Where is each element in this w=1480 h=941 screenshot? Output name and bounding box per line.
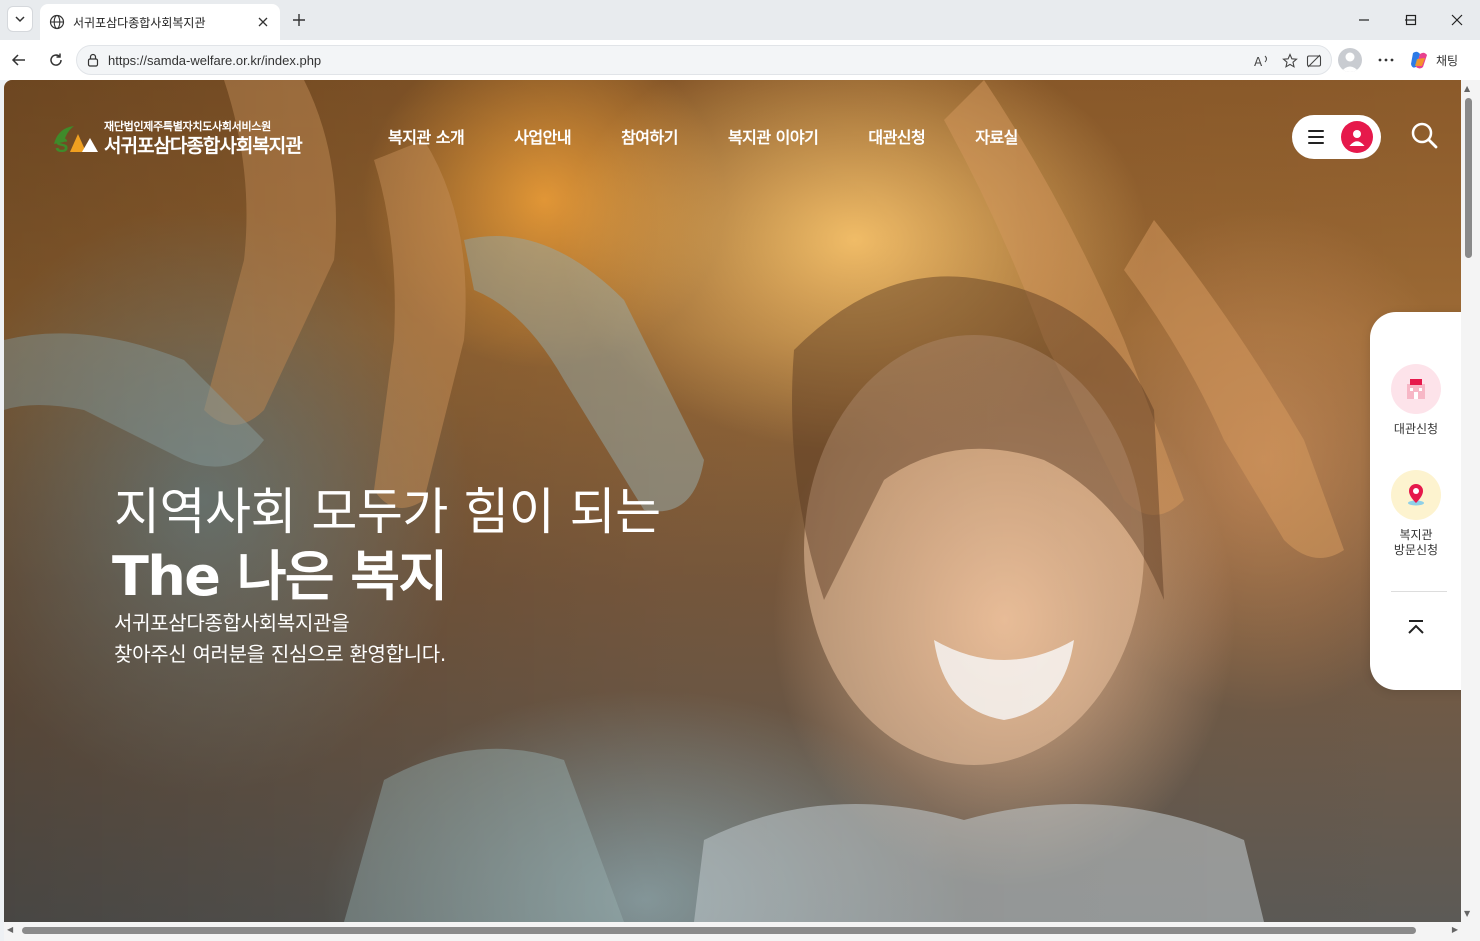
favorite-star-icon[interactable] — [1280, 51, 1300, 71]
location-pin-icon — [1391, 470, 1441, 520]
tab-list-button[interactable] — [7, 6, 33, 32]
nav-item-participate[interactable]: 참여하기 — [621, 124, 678, 148]
user-account-button[interactable] — [1341, 121, 1373, 153]
browser-tab[interactable]: 서귀포삼다종합사회복지관 — [40, 4, 280, 40]
quick-item-visit-label-line1: 복지관 — [1399, 528, 1433, 542]
horizontal-scrollbar[interactable]: ◀ ▶ — [4, 922, 1480, 941]
building-icon — [1391, 364, 1441, 414]
window-close[interactable] — [1443, 6, 1471, 34]
horizontal-scroll-thumb[interactable] — [22, 927, 1416, 934]
close-icon — [258, 17, 268, 27]
site-logo[interactable]: S 재단법인제주특별자치도사회서비스원 서귀포삼다종합사회복지관 — [52, 118, 332, 158]
window-minimize[interactable] — [1350, 6, 1378, 34]
browser-toolbar: https://samda-welfare.or.kr/index.php A — [0, 40, 1480, 80]
arrow-left-icon — [11, 54, 25, 66]
quick-menu: 대관신청 복지관 방문신청 — [1370, 312, 1461, 690]
minimize-icon — [1359, 19, 1369, 21]
arrow-to-top-icon — [1408, 620, 1424, 634]
menu-user-pill — [1292, 115, 1381, 159]
logo-mark-icon: S — [54, 126, 98, 156]
close-icon — [1451, 14, 1463, 26]
tab-close-button[interactable] — [254, 13, 272, 31]
hero-slogan: The 나은 복지 — [112, 545, 448, 608]
copilot-button[interactable]: 채팅 — [1408, 46, 1470, 74]
scroll-left-arrow-icon[interactable]: ◀ — [7, 925, 13, 934]
window-maximize[interactable] — [1397, 6, 1425, 34]
nav-item-stories[interactable]: 복지관 이야기 — [728, 124, 819, 148]
nav-item-rental[interactable]: 대관신청 — [868, 124, 925, 148]
lock-icon — [86, 53, 100, 67]
read-aloud-icon[interactable]: A — [1253, 51, 1273, 71]
quick-menu-divider — [1391, 591, 1447, 592]
nav-item-about[interactable]: 복지관 소개 — [388, 124, 465, 148]
copilot-icon — [1411, 51, 1427, 69]
scroll-to-top-button[interactable] — [1400, 612, 1432, 644]
vertical-scrollbar[interactable]: ▲ ▼ — [1461, 80, 1480, 922]
vertical-scroll-thumb[interactable] — [1465, 98, 1472, 258]
person-icon — [1341, 52, 1359, 72]
tracking-prevention-icon[interactable] — [1304, 51, 1324, 71]
logo-title: 서귀포삼다종합사회복지관 — [104, 135, 303, 157]
main-navigation: 복지관 소개 사업안내 참여하기 복지관 이야기 대관신청 자료실 — [388, 124, 1068, 148]
quick-item-visit[interactable]: 복지관 방문신청 — [1370, 470, 1461, 558]
chevron-down-icon — [15, 16, 25, 23]
tab-strip: 서귀포삼다종합사회복지관 — [0, 0, 1480, 40]
refresh-button[interactable] — [43, 47, 69, 73]
hero-desc-line1: 서귀포삼다종합사회복지관을 — [114, 611, 350, 635]
quick-item-rental[interactable]: 대관신청 — [1370, 364, 1461, 437]
quick-item-visit-label: 복지관 방문신청 — [1370, 528, 1461, 558]
more-options-button[interactable] — [1374, 48, 1398, 72]
back-button[interactable] — [6, 47, 32, 73]
page-viewport: S 재단법인제주특별자치도사회서비스원 서귀포삼다종합사회복지관 복지관 소개 … — [4, 80, 1461, 922]
search-icon — [1411, 122, 1438, 149]
nav-item-resources[interactable]: 자료실 — [975, 124, 1018, 148]
hamburger-menu-icon[interactable] — [1308, 130, 1324, 144]
url-text: https://samda-welfare.or.kr/index.php — [108, 53, 322, 68]
nav-item-programs[interactable]: 사업안내 — [514, 124, 571, 148]
tab-title: 서귀포삼다종합사회복지관 — [73, 15, 206, 30]
maximize-icon — [1405, 14, 1417, 26]
hero-description: 서귀포삼다종합사회복지관을 찾아주신 여러분을 진심으로 환영합니다. — [114, 608, 446, 670]
copilot-label: 채팅 — [1436, 53, 1459, 68]
quick-item-rental-label: 대관신청 — [1393, 422, 1439, 436]
browser-window: 서귀포삼다종합사회복지관 https://samda-welfare.or.kr… — [0, 0, 1480, 941]
refresh-icon — [50, 53, 62, 66]
site-search-button[interactable] — [1409, 120, 1439, 150]
hero-desc-line2: 찾아주신 여러분을 진심으로 환영합니다. — [114, 642, 446, 666]
address-bar[interactable]: https://samda-welfare.or.kr/index.php A — [76, 45, 1332, 75]
quick-item-visit-label-line2: 방문신청 — [1393, 543, 1439, 557]
svg-text:A: A — [1254, 55, 1263, 68]
globe-icon — [49, 14, 65, 30]
scroll-down-arrow-icon[interactable]: ▼ — [1464, 909, 1470, 918]
profile-avatar[interactable] — [1338, 48, 1362, 72]
user-icon — [1349, 130, 1365, 146]
svg-text:S: S — [55, 135, 68, 156]
plus-icon — [293, 14, 305, 26]
scroll-right-arrow-icon[interactable]: ▶ — [1452, 925, 1458, 934]
ellipsis-icon — [1378, 58, 1394, 62]
scroll-up-arrow-icon[interactable]: ▲ — [1464, 84, 1470, 93]
new-tab-button[interactable] — [287, 8, 311, 32]
